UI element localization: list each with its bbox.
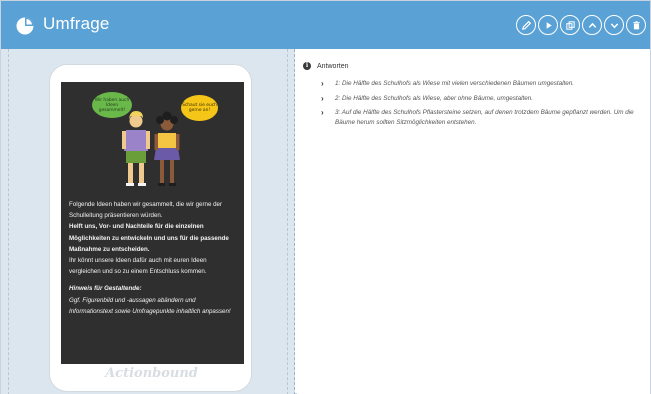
delete-button[interactable]	[626, 15, 646, 35]
two-kids-illustration	[122, 111, 180, 186]
duplicate-button[interactable]	[560, 15, 580, 35]
speech-bubble-left: Wir haben auch Ideen gesammelt!	[92, 92, 132, 118]
preview-panel: Wir haben auch Ideen gesammelt! Schaut s…	[1, 49, 295, 394]
chevron-right-icon: ›	[321, 108, 324, 117]
info-line-2: Helft uns, Vor- und Nachteile für die ei…	[69, 223, 229, 253]
header-bar: Umfrage	[1, 1, 650, 49]
answers-panel: i Antworten › 1: Die Hälfte des Schulhof…	[297, 49, 650, 394]
hint-text: Ggf. Figurenbild und -aussagen abändern …	[69, 296, 231, 315]
answer-item[interactable]: › 2: Die Hälfte des Schulhofs als Wiese,…	[321, 94, 641, 104]
answer-text: 2: Die Hälfte des Schulhofs als Wiese, a…	[335, 94, 534, 102]
info-text: Folgende Ideen haben wir gesammelt, die …	[69, 199, 239, 317]
answers-header: i Antworten	[303, 62, 349, 70]
page-title: Umfrage	[43, 14, 110, 33]
move-down-button[interactable]	[604, 15, 624, 35]
globe-pie-icon	[16, 17, 34, 35]
chevron-right-icon: ›	[321, 79, 324, 88]
answer-text: 1: Die Hälfte des Schulhofs als Wiese mi…	[335, 80, 574, 87]
phone-preview: Wir haben auch Ideen gesammelt! Schaut s…	[49, 64, 252, 392]
actionbound-logo: Actionbound	[105, 366, 198, 381]
answer-item[interactable]: › 1: Die Hälfte des Schulhofs als Wiese …	[321, 79, 641, 89]
chevron-right-icon: ›	[321, 93, 324, 103]
answer-text: 3: Auf die Hälfte des Schulhofs Pflaster…	[335, 109, 634, 126]
info-line-3: Ihr könnt unsere Ideen dafür auch mit eu…	[69, 257, 207, 276]
answer-item[interactable]: › 3: Auf die Hälfte des Schulhofs Pflast…	[321, 108, 641, 127]
phone-screen: Wir haben auch Ideen gesammelt! Schaut s…	[61, 82, 244, 364]
info-icon: i	[303, 62, 311, 70]
chevron-down-icon	[610, 22, 618, 28]
pencil-icon	[521, 20, 531, 30]
copy-icon	[565, 20, 575, 30]
answers-list: › 1: Die Hälfte des Schulhofs als Wiese …	[321, 79, 641, 132]
speech-bubble-right: Schaut sie euch gerne an!	[181, 95, 218, 121]
play-icon	[546, 21, 552, 29]
trash-icon	[632, 20, 640, 29]
edit-button[interactable]	[516, 15, 536, 35]
hint-title: Hinweis für Gestaltende:	[69, 285, 142, 293]
chevron-up-icon	[588, 22, 596, 28]
info-line-1: Folgende Ideen haben wir gesammelt, die …	[69, 201, 223, 220]
play-button[interactable]	[538, 15, 558, 35]
survey-window: Umfrage Wir haben auch Ideen gesammelt! …	[0, 0, 651, 394]
answers-title: Antworten	[317, 62, 349, 70]
move-up-button[interactable]	[582, 15, 602, 35]
